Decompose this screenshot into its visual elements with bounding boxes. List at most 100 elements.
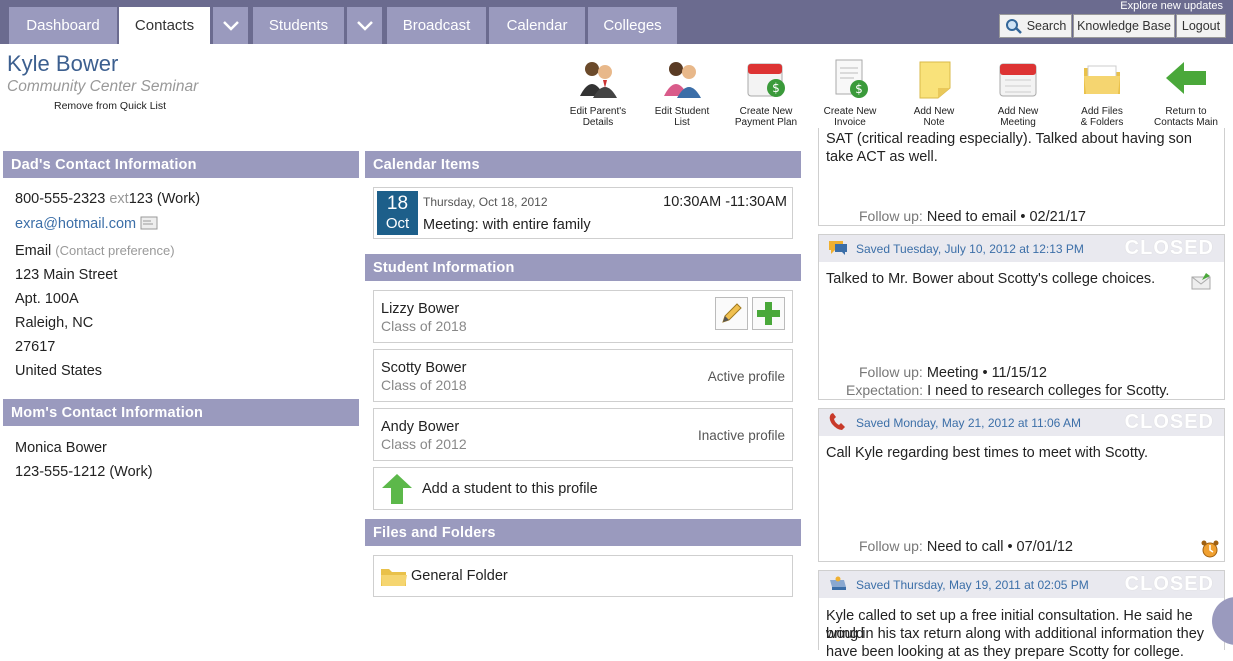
dad-zip: 27617 xyxy=(15,339,56,355)
note-closed-badge: CLOSED xyxy=(1124,573,1214,595)
invoice-label-2: Invoice xyxy=(834,117,866,128)
svg-text:$: $ xyxy=(772,81,780,95)
mom-name: Monica Bower xyxy=(15,440,107,456)
note-followup: Follow up: Need to call • 07/01/12 xyxy=(859,538,1073,555)
folder-icon xyxy=(381,569,407,586)
note-text-line3: have been looking at as they prepare Sco… xyxy=(826,644,1184,660)
dad-city: Raleigh, NC xyxy=(15,315,94,331)
explore-updates-link[interactable]: Explore new updates xyxy=(1120,0,1223,12)
add-meeting-label-1: Add New xyxy=(997,106,1039,117)
mom-contact-heading: Mom's Contact Information xyxy=(3,399,359,426)
add-to-student-button[interactable] xyxy=(752,297,785,330)
payment-plan-label-2: Payment Plan xyxy=(734,117,798,128)
dad-street: 123 Main Street xyxy=(15,267,118,283)
pencil-icon xyxy=(722,303,742,323)
student-info-heading: Student Information xyxy=(365,254,801,281)
note-header: Saved Monday, May 21, 2012 at 11:06 AM C… xyxy=(819,409,1224,436)
add-student-label: Add a student to this profile xyxy=(422,481,598,497)
edit-student-label-1: Edit Student xyxy=(654,106,710,117)
tab-broadcast[interactable]: Broadcast xyxy=(387,7,486,44)
green-arrow-up-icon xyxy=(382,474,412,504)
tab-calendar[interactable]: Calendar xyxy=(489,7,585,44)
tab-students[interactable]: Students xyxy=(253,7,344,44)
tab-dashboard[interactable]: Dashboard xyxy=(9,7,117,44)
add-student-row[interactable]: Add a student to this profile xyxy=(373,467,793,510)
ext-label: ext xyxy=(109,191,129,207)
note-followup: Follow up: Need to email • 02/21/17 xyxy=(859,208,1086,225)
note-closed-badge: CLOSED xyxy=(1124,237,1214,259)
contacts-dropdown-button[interactable] xyxy=(211,7,248,44)
edit-parent-label-1: Edit Parent's xyxy=(569,106,627,117)
chevron-down-icon xyxy=(356,20,373,31)
add-files-folders-button[interactable]: Add Files & Folders xyxy=(1061,58,1143,128)
create-payment-plan-button[interactable]: $ Create New Payment Plan xyxy=(725,58,807,128)
note-followup: Follow up: Meeting • 11/15/12 xyxy=(859,364,1047,381)
back-arrow-icon xyxy=(1166,62,1206,94)
add-note-label-2: Note xyxy=(923,117,945,128)
general-folder-row[interactable]: General Folder xyxy=(373,555,793,597)
invoice-label-1: Create New xyxy=(823,106,877,117)
followup-label: Follow up: xyxy=(859,208,923,224)
note-may-2012[interactable]: Saved Monday, May 21, 2012 at 11:06 AM C… xyxy=(818,408,1225,562)
edit-parent-details-button[interactable]: Edit Parent's Details xyxy=(557,58,639,128)
edit-student-button[interactable] xyxy=(715,297,748,330)
top-nav: Dashboard Contacts Students Broadcast Ca… xyxy=(0,0,1233,44)
add-note-button[interactable]: Add New Note xyxy=(893,58,975,128)
tab-colleges[interactable]: Colleges xyxy=(588,7,677,44)
students-dropdown-button[interactable] xyxy=(345,7,382,44)
student-row-andy[interactable]: Andy Bower Class of 2012 Inactive profil… xyxy=(373,408,793,461)
note-may-2011[interactable]: Saved Thursday, May 19, 2011 at 02:05 PM… xyxy=(818,570,1225,660)
plus-icon xyxy=(757,302,780,325)
note-header: Saved Thursday, May 19, 2011 at 02:05 PM… xyxy=(819,571,1224,598)
note-saved-date: Saved Thursday, May 19, 2011 at 02:05 PM xyxy=(856,578,1089,592)
alarm-clock-icon[interactable] xyxy=(1200,539,1220,559)
edit-parent-label-2: Details xyxy=(582,117,614,128)
profile-status: Inactive profile xyxy=(697,428,785,443)
note-text-line2: bring in his tax return along with addit… xyxy=(826,626,1205,642)
payment-plan-label-1: Create New xyxy=(739,106,793,117)
mom-phone: 123-555-1212 (Work) xyxy=(15,464,153,480)
student-name: Lizzy Bower xyxy=(381,301,460,317)
return-contacts-main-button[interactable]: Return to Contacts Main xyxy=(1145,58,1227,128)
files-folders-heading: Files and Folders xyxy=(365,519,801,546)
students-icon xyxy=(664,62,701,98)
edit-student-list-button[interactable]: Edit Student List xyxy=(641,58,723,128)
email-sent-icon[interactable] xyxy=(1190,271,1212,291)
create-invoice-button[interactable]: $ Create New Invoice xyxy=(809,58,891,128)
remove-quick-list-link[interactable]: Remove from Quick List xyxy=(54,100,166,112)
dad-phone-ext: 123 (Work) xyxy=(128,191,201,207)
profile-status: Active profile xyxy=(707,369,785,384)
search-label: Search xyxy=(1026,19,1067,33)
expectation-label: Expectation: xyxy=(846,382,924,398)
knowledge-base-button[interactable]: Knowledge Base xyxy=(1073,14,1175,38)
search-icon xyxy=(1005,19,1022,34)
note-text: Talked to Mr. Bower about Scotty's colle… xyxy=(826,271,1156,287)
student-row-lizzy[interactable]: Lizzy Bower Class of 2018 xyxy=(373,290,793,343)
calendar-month: Oct xyxy=(385,215,410,232)
note-july-2012[interactable]: Saved Tuesday, July 10, 2012 at 12:13 PM… xyxy=(818,234,1225,400)
phone-icon xyxy=(829,413,845,430)
dad-email-link[interactable]: exra@hotmail.com xyxy=(15,216,136,232)
tab-contacts[interactable]: Contacts xyxy=(119,7,210,44)
search-button[interactable]: Search xyxy=(999,14,1072,38)
student-class: Class of 2012 xyxy=(381,436,467,452)
note-top[interactable]: SAT (critical reading especially). Talke… xyxy=(818,128,1225,226)
calendar-item[interactable]: 18 Oct Thursday, Oct 18, 2012 10:30AM -1… xyxy=(373,187,793,239)
dad-email-row: exra@hotmail.com xyxy=(15,216,158,232)
logout-button[interactable]: Logout xyxy=(1176,14,1226,38)
student-row-scotty[interactable]: Scotty Bower Class of 2018 Active profil… xyxy=(373,349,793,402)
add-meeting-label-2: Meeting xyxy=(1000,117,1036,128)
email-card-icon[interactable] xyxy=(140,216,158,230)
contact-name: Kyle Bower xyxy=(7,51,119,76)
add-meeting-button[interactable]: Add New Meeting xyxy=(977,58,1059,128)
calendar-day: 18 xyxy=(386,193,409,214)
add-note-label-1: Add New xyxy=(913,106,955,117)
note-saved-date: Saved Tuesday, July 10, 2012 at 12:13 PM xyxy=(856,242,1084,256)
followup-value: Need to email • 02/21/17 xyxy=(926,209,1086,225)
dad-country: United States xyxy=(15,363,103,379)
sticky-note-icon xyxy=(919,61,951,99)
add-files-label-2: & Folders xyxy=(1080,117,1124,128)
meeting-calendar-icon xyxy=(999,63,1037,97)
student-name: Andy Bower xyxy=(381,419,460,435)
followup-value: Meeting • 11/15/12 xyxy=(926,365,1047,381)
